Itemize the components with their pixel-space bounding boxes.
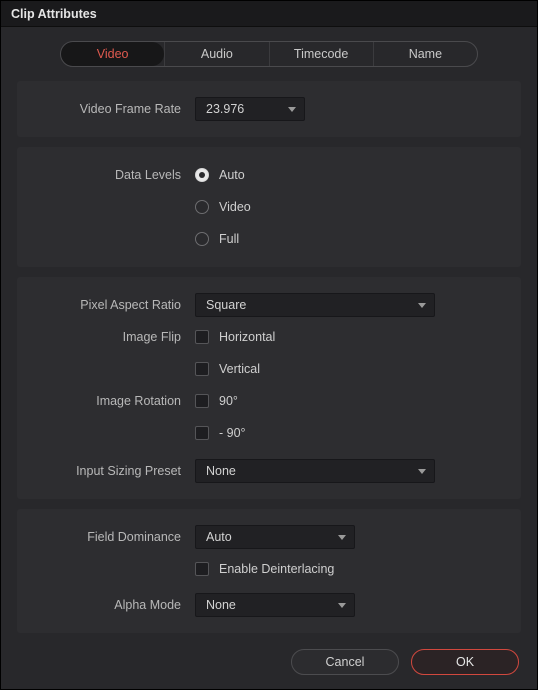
- alpha-mode-value: None: [206, 598, 236, 612]
- frame-rate-value: 23.976: [206, 102, 244, 116]
- tab-bar: Video Audio Timecode Name: [60, 41, 478, 67]
- flip-horizontal-label: Horizontal: [219, 330, 275, 344]
- chevron-down-icon: [338, 603, 346, 608]
- data-levels-label: Data Levels: [33, 168, 195, 182]
- par-select[interactable]: Square: [195, 293, 435, 317]
- par-label: Pixel Aspect Ratio: [33, 298, 195, 312]
- field-dominance-label: Field Dominance: [33, 530, 195, 544]
- rotate-plus90-checkbox[interactable]: [195, 394, 209, 408]
- input-sizing-preset-select[interactable]: None: [195, 459, 435, 483]
- ok-button[interactable]: OK: [411, 649, 519, 675]
- clip-attributes-window: Clip Attributes Video Audio Timecode Nam…: [0, 0, 538, 690]
- flip-vertical-checkbox[interactable]: [195, 362, 209, 376]
- chevron-down-icon: [288, 107, 296, 112]
- data-levels-video-label: Video: [219, 200, 251, 214]
- par-value: Square: [206, 298, 246, 312]
- image-rotation-label: Image Rotation: [33, 394, 195, 408]
- input-sizing-preset-label: Input Sizing Preset: [33, 464, 195, 478]
- field-dominance-select[interactable]: Auto: [195, 525, 355, 549]
- frame-rate-label: Video Frame Rate: [33, 102, 195, 116]
- data-levels-full-radio[interactable]: [195, 232, 209, 246]
- enable-deinterlacing-checkbox[interactable]: [195, 562, 209, 576]
- input-sizing-preset-value: None: [206, 464, 236, 478]
- panel-area: Video Frame Rate 23.976 Data Levels Auto: [1, 67, 537, 633]
- field-dominance-value: Auto: [206, 530, 232, 544]
- tab-audio[interactable]: Audio: [164, 42, 268, 66]
- window-title: Clip Attributes: [1, 1, 537, 27]
- footer: Cancel OK: [291, 649, 519, 675]
- chevron-down-icon: [418, 303, 426, 308]
- tab-video[interactable]: Video: [61, 42, 164, 66]
- tab-name[interactable]: Name: [373, 42, 477, 66]
- data-levels-auto-label: Auto: [219, 168, 245, 182]
- flip-horizontal-checkbox[interactable]: [195, 330, 209, 344]
- geometry-panel: Pixel Aspect Ratio Square Image Flip Hor…: [17, 277, 521, 499]
- rotate-minus90-checkbox[interactable]: [195, 426, 209, 440]
- flip-vertical-label: Vertical: [219, 362, 260, 376]
- chevron-down-icon: [418, 469, 426, 474]
- cancel-button[interactable]: Cancel: [291, 649, 399, 675]
- enable-deinterlacing-label: Enable Deinterlacing: [219, 562, 334, 576]
- rotate-minus90-label: - 90°: [219, 426, 246, 440]
- data-levels-panel: Data Levels Auto Video Full: [17, 147, 521, 267]
- data-levels-full-label: Full: [219, 232, 239, 246]
- data-levels-auto-radio[interactable]: [195, 168, 209, 182]
- field-panel: Field Dominance Auto Enable Deinterlacin…: [17, 509, 521, 633]
- frame-rate-panel: Video Frame Rate 23.976: [17, 81, 521, 137]
- frame-rate-select[interactable]: 23.976: [195, 97, 305, 121]
- alpha-mode-select[interactable]: None: [195, 593, 355, 617]
- alpha-mode-label: Alpha Mode: [33, 598, 195, 612]
- image-flip-label: Image Flip: [33, 330, 195, 344]
- chevron-down-icon: [338, 535, 346, 540]
- tab-timecode[interactable]: Timecode: [269, 42, 373, 66]
- rotate-plus90-label: 90°: [219, 394, 238, 408]
- data-levels-video-radio[interactable]: [195, 200, 209, 214]
